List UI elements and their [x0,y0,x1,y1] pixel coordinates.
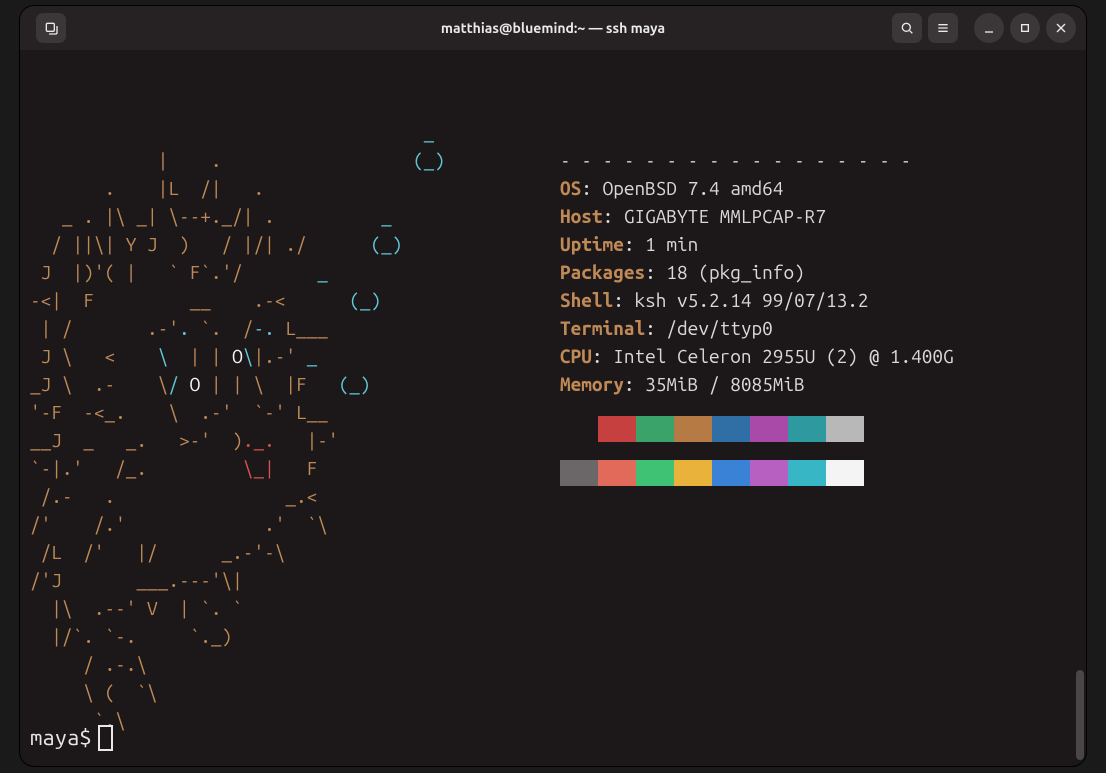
label-os: OS [560,177,581,199]
value-memory: 35MiB / 8085MiB [645,373,805,395]
system-info: - - - - - - - - - - - - - - - - - OS: Op… [560,118,954,734]
color-swatch [750,416,788,442]
value-packages: 18 (pkg_info) [666,261,804,283]
search-button[interactable] [892,13,922,43]
scrollbar-thumb[interactable] [1076,670,1084,760]
color-swatch [788,416,826,442]
value-os: OpenBSD 7.4 amd64 [603,177,784,199]
color-swatch [636,460,674,486]
new-tab-button[interactable] [36,13,66,43]
color-swatch [560,416,598,442]
color-palette-row-2 [560,460,954,486]
color-swatch [674,416,712,442]
minimize-button[interactable] [974,13,1004,43]
color-swatch [712,416,750,442]
terminal-body[interactable]: _ | . (_) . |L /| . _ . |\ _| \--+._/| .… [20,50,1086,766]
label-packages: Packages [560,261,645,283]
color-palette-row-1 [560,416,954,442]
color-swatch [712,460,750,486]
color-swatch [560,460,598,486]
color-swatch [598,416,636,442]
ascii-art: _ | . (_) . |L /| . _ . |\ _| \--+._/| .… [30,118,560,734]
label-uptime: Uptime [560,233,624,255]
label-memory: Memory [560,373,624,395]
color-swatch [598,460,636,486]
value-terminal: /dev/ttyp0 [666,317,772,339]
label-shell: Shell [560,289,613,311]
close-button[interactable] [1046,13,1076,43]
cursor [98,725,113,751]
label-terminal: Terminal [560,317,645,339]
maximize-button[interactable] [1010,13,1040,43]
label-host: Host [560,205,603,227]
menu-button[interactable] [928,13,958,43]
color-swatch [674,460,712,486]
color-swatch [636,416,674,442]
label-cpu: CPU [560,345,592,367]
terminal-window: matthias@bluemind:~ — ssh maya [20,6,1086,766]
color-swatch [788,460,826,486]
value-host: GIGABYTE MMLPCAP-R7 [624,205,826,227]
color-swatch [826,460,864,486]
value-cpu: Intel Celeron 2955U (2) @ 1.400G [613,345,953,367]
color-swatch [826,416,864,442]
titlebar: matthias@bluemind:~ — ssh maya [20,6,1086,50]
value-uptime: 1 min [645,233,698,255]
prompt-line[interactable]: maya$ [30,724,113,752]
color-swatch [750,460,788,486]
value-shell: ksh v5.2.14 99/07/13.2 [634,289,868,311]
shell-prompt: maya$ [30,724,92,752]
info-divider: - - - - - - - - - - - - - - - - - [560,149,911,171]
